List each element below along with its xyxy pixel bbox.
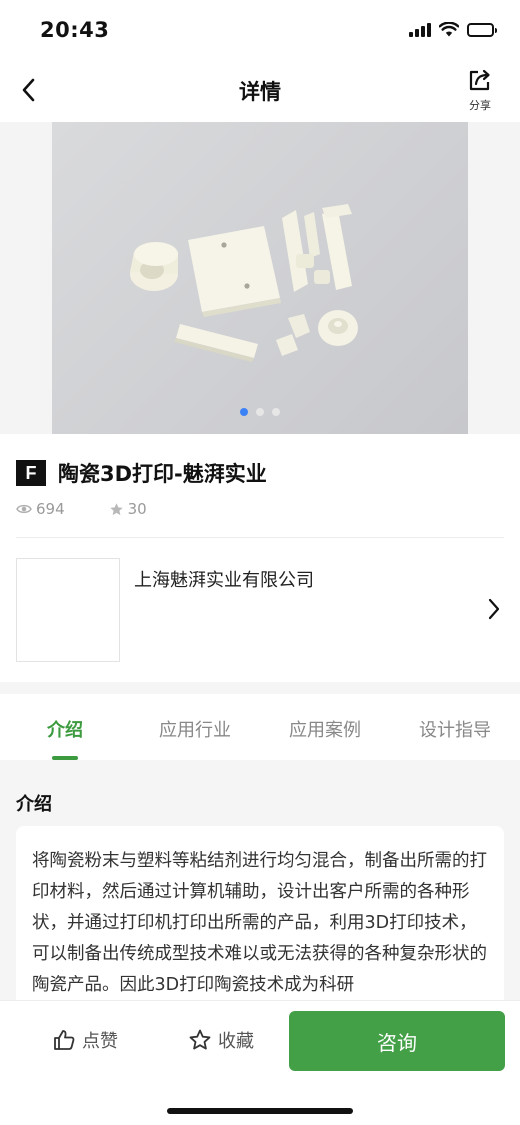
share-label: 分享 bbox=[469, 99, 491, 112]
image-carousel[interactable] bbox=[0, 122, 520, 434]
status-bar: 20:43 bbox=[0, 0, 520, 60]
wifi-icon bbox=[439, 22, 459, 37]
page-title: 详情 bbox=[239, 80, 281, 104]
thumbs-up-icon bbox=[54, 1030, 75, 1050]
share-icon bbox=[469, 69, 490, 91]
section-separator bbox=[0, 682, 520, 694]
carousel-dot[interactable] bbox=[272, 408, 280, 416]
favorite-label: 收藏 bbox=[218, 1031, 254, 1052]
tab-design-guide[interactable]: 设计指导 bbox=[390, 694, 520, 760]
like-label: 点赞 bbox=[82, 1031, 118, 1052]
company-name: 上海魅湃实业有限公司 bbox=[134, 570, 314, 591]
tab-cases[interactable]: 应用案例 bbox=[260, 694, 390, 760]
carousel-dot[interactable] bbox=[256, 408, 264, 416]
f-badge: F bbox=[16, 460, 46, 486]
chevron-right-icon bbox=[488, 598, 500, 620]
carousel-dots bbox=[52, 408, 468, 416]
consult-button[interactable]: 咨询 bbox=[289, 1011, 505, 1071]
company-card[interactable]: 上海魅湃实业有限公司 bbox=[0, 538, 520, 682]
battery-icon bbox=[467, 22, 497, 37]
stats-row: 694 30 bbox=[16, 500, 191, 518]
nav-bar: 详情 分享 bbox=[0, 60, 520, 122]
share-button[interactable]: 分享 bbox=[460, 68, 500, 113]
ceramic-parts-illustration bbox=[130, 204, 358, 362]
product-title: 陶瓷3D打印-魅湃实业 bbox=[58, 462, 267, 486]
product-title-row: F 陶瓷3D打印-魅湃实业 bbox=[16, 458, 267, 488]
favorite-button[interactable]: 收藏 bbox=[188, 1027, 254, 1053]
star-outline-icon bbox=[189, 1029, 211, 1050]
home-indicator bbox=[167, 1108, 353, 1114]
views-stat: 694 bbox=[16, 500, 65, 518]
product-photo bbox=[52, 122, 468, 434]
eye-icon bbox=[16, 504, 32, 514]
description-card: 将陶瓷粉末与塑料等粘结剂进行均匀混合，制备出所需的打印材料，然后通过计算机辅助，… bbox=[16, 826, 504, 1000]
signal-icon bbox=[409, 22, 431, 37]
favorites-count: 30 bbox=[127, 500, 147, 518]
like-button[interactable]: 点赞 bbox=[52, 1027, 118, 1053]
views-count: 694 bbox=[36, 500, 65, 518]
bottom-action-bar: 点赞 收藏 咨询 bbox=[0, 1000, 520, 1125]
carousel-dot[interactable] bbox=[240, 408, 248, 416]
detail-tabs: 介绍 应用行业 应用案例 设计指导 bbox=[0, 694, 520, 760]
description-text: 将陶瓷粉末与塑料等粘结剂进行均匀混合，制备出所需的打印材料，然后通过计算机辅助，… bbox=[32, 851, 487, 995]
status-icons bbox=[409, 22, 497, 37]
company-logo bbox=[16, 558, 120, 662]
content-area: 介绍 将陶瓷粉末与塑料等粘结剂进行均匀混合，制备出所需的打印材料，然后通过计算机… bbox=[0, 760, 520, 1000]
tab-intro[interactable]: 介绍 bbox=[0, 694, 130, 760]
star-icon bbox=[109, 502, 123, 515]
favorites-stat: 30 bbox=[109, 500, 147, 518]
section-heading: 介绍 bbox=[16, 794, 52, 815]
status-time: 20:43 bbox=[40, 18, 110, 42]
tab-industries[interactable]: 应用行业 bbox=[130, 694, 260, 760]
